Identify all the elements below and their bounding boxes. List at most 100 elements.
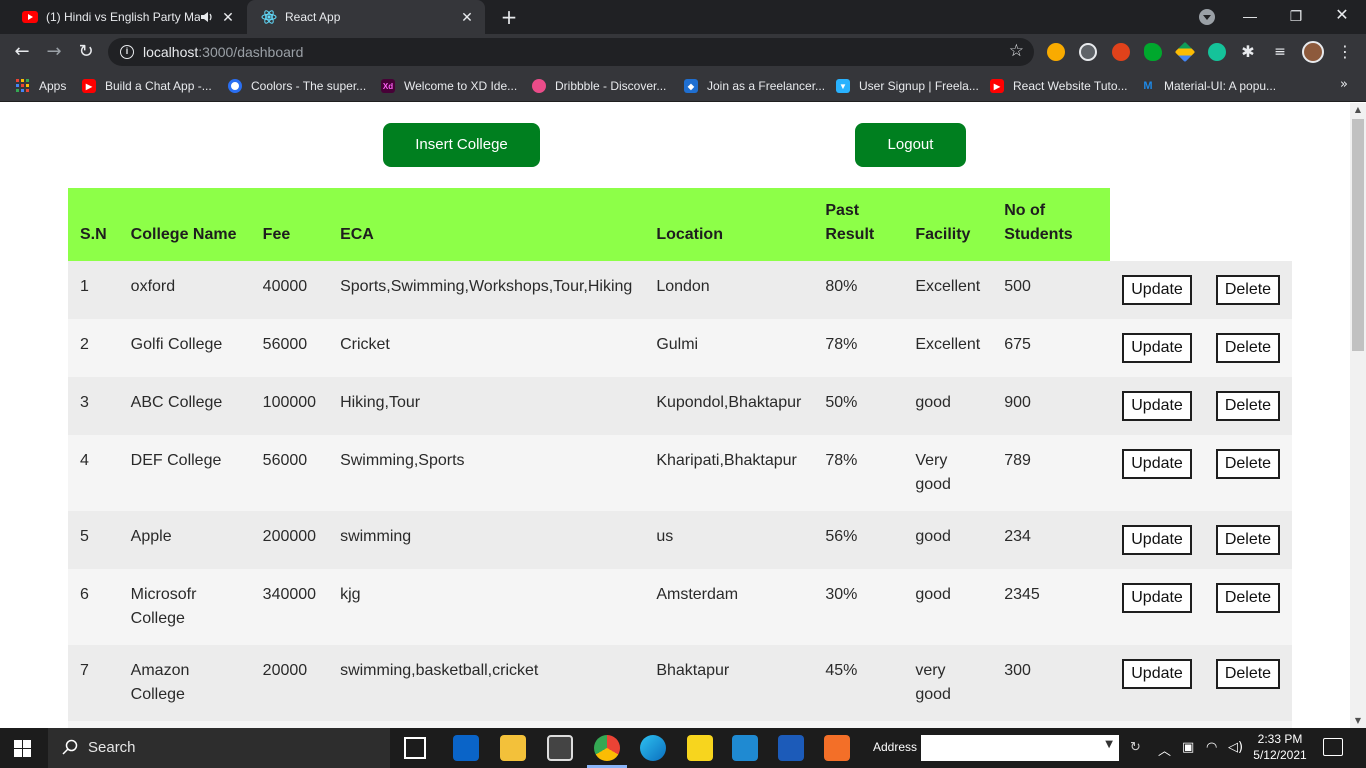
file-explorer-icon[interactable] — [500, 735, 526, 761]
close-icon[interactable]: ✕ — [459, 9, 475, 25]
edge-icon[interactable] — [640, 735, 666, 761]
logout-button[interactable]: Logout — [855, 123, 966, 167]
extension-icon[interactable] — [1047, 43, 1065, 61]
chrome-icon[interactable] — [594, 735, 620, 761]
vscode-icon[interactable] — [732, 735, 758, 761]
youtube-icon — [22, 9, 38, 25]
refresh-icon[interactable]: ↻ — [1130, 740, 1141, 755]
col-header-location: Location — [644, 188, 814, 261]
wifi-icon[interactable]: ◠ — [1206, 740, 1217, 755]
evernote-icon[interactable] — [1144, 43, 1162, 61]
col-header-past-result: Past Result — [813, 188, 904, 261]
bookmark-label: Coolors - The super... — [251, 79, 367, 93]
delete-button[interactable]: Delete — [1215, 275, 1281, 305]
tray-chevron-icon[interactable]: ︿ — [1158, 740, 1171, 759]
speaker-icon[interactable] — [200, 10, 214, 24]
delete-button[interactable]: Delete — [1215, 525, 1281, 555]
delete-button[interactable]: Delete — [1215, 449, 1281, 479]
bookmark-chat-app[interactable]: ▶ Build a Chat App -... — [82, 77, 212, 95]
back-icon[interactable]: ← — [10, 40, 34, 64]
scroll-up-arrow-icon[interactable]: ▲ — [1350, 103, 1366, 117]
update-button[interactable]: Update — [1122, 391, 1192, 421]
browser-tab-strip: (1) Hindi vs English Party Ma ✕ React Ap… — [0, 0, 1366, 34]
address-bar[interactable]: i localhost:3000/dashboard ☆ — [108, 38, 1034, 66]
extension-icon[interactable] — [1079, 43, 1097, 61]
windows-start-icon[interactable] — [14, 740, 32, 758]
bookmark-apps[interactable]: Apps — [16, 77, 66, 95]
word-icon[interactable] — [778, 735, 804, 761]
system-clock[interactable]: 2:33 PM 5/12/2021 — [1250, 731, 1310, 763]
tab-title: (1) Hindi vs English Party Ma — [46, 10, 200, 24]
grammarly-icon[interactable] — [1208, 43, 1226, 61]
xampp-icon[interactable] — [824, 735, 850, 761]
update-button[interactable]: Update — [1122, 525, 1192, 555]
extension-icon[interactable] — [1112, 43, 1130, 61]
bookmark-material-ui[interactable]: M Material-UI: A popu... — [1141, 77, 1276, 95]
extensions-puzzle-icon[interactable]: ✱ — [1239, 43, 1257, 61]
cell-fee: 56000 — [250, 319, 329, 377]
page-viewport: Insert College Logout S.N College Name F… — [0, 103, 1350, 728]
reload-icon[interactable]: ↻ — [74, 40, 98, 64]
restore-icon[interactable]: ❐ — [1273, 0, 1319, 34]
tray-app-icon[interactable]: ▣ — [1182, 740, 1194, 755]
delete-button[interactable]: Delete — [1215, 583, 1281, 613]
mail-icon[interactable] — [453, 735, 479, 761]
update-button[interactable]: Update — [1122, 583, 1192, 613]
site-info-icon[interactable]: i — [120, 45, 134, 59]
update-button[interactable]: Update — [1122, 449, 1192, 479]
delete-button[interactable]: Delete — [1215, 659, 1281, 689]
scroll-down-arrow-icon[interactable]: ▼ — [1350, 714, 1366, 728]
close-window-icon[interactable]: ✕ — [1319, 0, 1365, 34]
tab-search-icon[interactable] — [1199, 9, 1215, 25]
chevron-down-icon[interactable]: ▼ — [1105, 739, 1113, 750]
cell-facility: Very good — [903, 435, 993, 511]
bookmark-star-icon[interactable]: ☆ — [1009, 41, 1024, 61]
minimize-icon[interactable]: — — [1227, 0, 1273, 34]
sticky-notes-icon[interactable] — [687, 735, 713, 761]
bookmark-freelancer[interactable]: ◆ Join as a Freelancer... — [684, 77, 825, 95]
cell-eca: Sports,Swimming,Workshops,Tour,Hiking — [328, 261, 645, 319]
update-button[interactable]: Update — [1122, 333, 1192, 363]
table-row: 7 Amazon College 20000 swimming,basketball,… — [68, 645, 1293, 721]
cell-delete: Delete — [1203, 511, 1293, 569]
more-bookmarks-icon[interactable]: » — [1340, 77, 1348, 92]
update-button[interactable]: Update — [1122, 659, 1192, 689]
new-tab-icon[interactable]: + — [498, 6, 520, 28]
drive-icon[interactable] — [1174, 41, 1196, 63]
apps-grid-icon — [16, 79, 30, 93]
address-toolbar-input[interactable]: ▼ — [921, 735, 1119, 761]
tab-youtube[interactable]: (1) Hindi vs English Party Ma ✕ — [8, 0, 246, 34]
notification-center-icon[interactable] — [1323, 738, 1343, 756]
cell-location: us — [644, 511, 814, 569]
close-icon[interactable]: ✕ — [220, 9, 236, 25]
page-scrollbar[interactable]: ▲ ▼ — [1350, 103, 1366, 728]
update-button[interactable]: Update — [1122, 275, 1192, 305]
cell-delete: Delete — [1203, 721, 1293, 728]
delete-button[interactable]: Delete — [1215, 333, 1281, 363]
cell-sn: 3 — [68, 377, 119, 435]
freelancer-bird-icon: ▼ — [836, 79, 850, 93]
browser-toolbar: ← → ↻ i localhost:3000/dashboard ☆ ✱ ≡ ⋮ — [0, 34, 1366, 70]
scroll-thumb[interactable] — [1352, 119, 1364, 351]
cell-no-of-students: 675 — [992, 319, 1111, 377]
col-header-sn: S.N — [68, 188, 119, 261]
tab-react-app[interactable]: React App ✕ — [247, 0, 485, 34]
bookmark-xd[interactable]: Xd Welcome to XD Ide... — [381, 77, 517, 95]
insert-college-button[interactable]: Insert College — [383, 123, 540, 167]
store-icon[interactable] — [547, 735, 573, 761]
taskbar-search[interactable]: Search — [48, 728, 390, 768]
menu-dots-icon[interactable]: ⋮ — [1336, 43, 1354, 61]
task-view-icon[interactable] — [404, 737, 426, 759]
cell-sn: 7 — [68, 645, 119, 721]
cell-past-result: 78% — [813, 435, 904, 511]
bookmark-react-tutorial[interactable]: ▶ React Website Tuto... — [990, 77, 1128, 95]
bookmark-coolors[interactable]: Coolors - The super... — [228, 77, 366, 95]
media-control-icon[interactable]: ≡ — [1271, 43, 1289, 61]
bookmark-dribbble[interactable]: Dribbble - Discover... — [532, 77, 666, 95]
volume-icon[interactable]: ◁) — [1228, 740, 1243, 755]
delete-button[interactable]: Delete — [1215, 391, 1281, 421]
forward-icon[interactable]: → — [42, 40, 66, 64]
col-header-facility: Facility — [903, 188, 993, 261]
bookmark-signup[interactable]: ▼ User Signup | Freela... — [836, 77, 979, 95]
profile-avatar[interactable] — [1302, 41, 1324, 63]
